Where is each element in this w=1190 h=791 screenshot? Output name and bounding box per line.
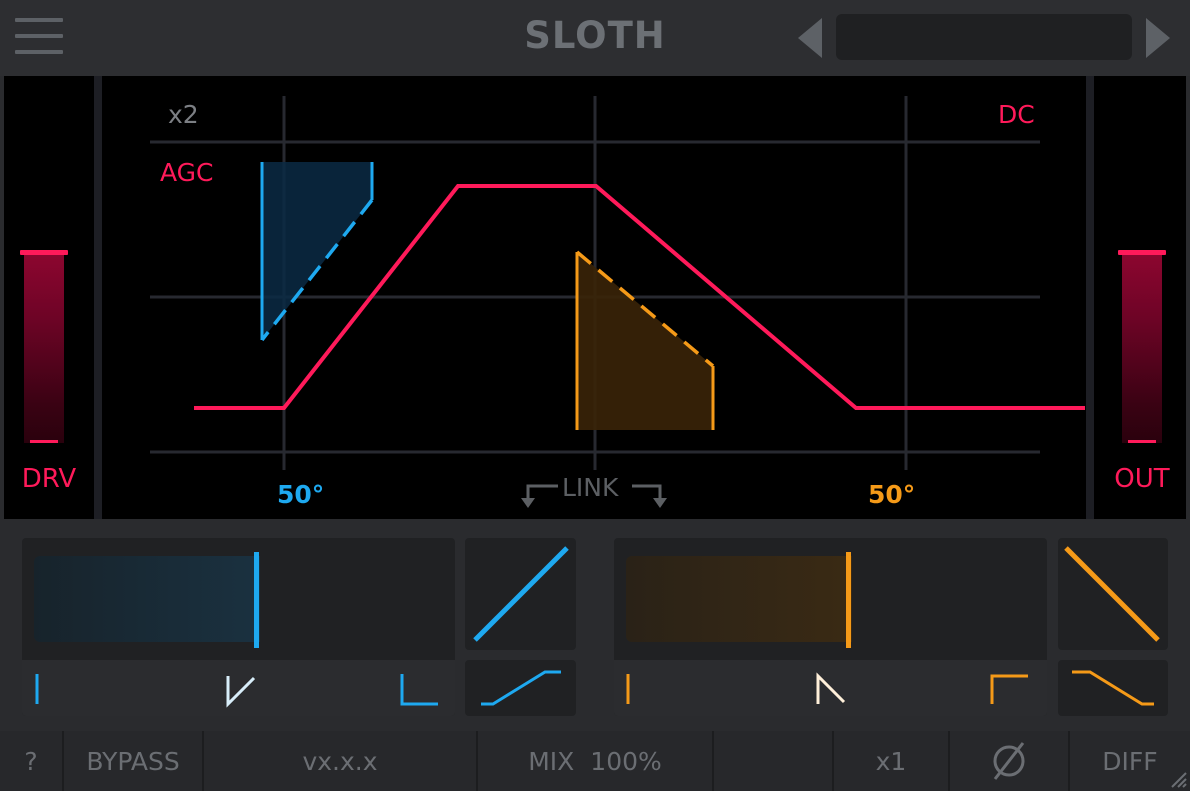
bypass-button[interactable]: BYPASS: [64, 731, 202, 791]
left-shape-fill: [262, 162, 372, 340]
linear-rise-icon: [473, 546, 569, 642]
soft-rise-icon: [481, 670, 561, 706]
link-arrow-left-icon: [521, 498, 535, 508]
right-slope-handle[interactable]: [846, 552, 851, 648]
footer-bar: ? BYPASS vx.x.x MIX 100% x1 DIFF: [0, 731, 1190, 791]
link-arrow-right-icon: [653, 498, 667, 508]
version-label: vx.x.x: [302, 746, 378, 776]
right-shape-fill: [577, 252, 713, 430]
phase-invert-icon: [993, 742, 1025, 780]
help-button[interactable]: ?: [0, 731, 62, 791]
right-slope-fill: [626, 556, 852, 642]
left-curve-linear-button[interactable]: [465, 538, 576, 650]
left-slope-panel[interactable]: [22, 538, 455, 716]
right-slope-panel[interactable]: [614, 538, 1047, 716]
left-angle-value[interactable]: 50°: [277, 480, 324, 509]
soft-fall-icon: [1072, 670, 1154, 706]
left-slope-fill: [34, 556, 260, 642]
linear-fall-icon: [1064, 546, 1160, 642]
right-mode-icons: [626, 672, 1028, 704]
multiplier-button[interactable]: x1: [834, 731, 948, 791]
agc-label[interactable]: AGC: [160, 158, 214, 187]
dc-label[interactable]: DC: [998, 100, 1035, 129]
right-mode-row: [614, 660, 1047, 716]
phase-invert-button[interactable]: [950, 731, 1068, 791]
oversample-label[interactable]: x2: [168, 100, 199, 129]
left-mode-icons: [35, 674, 438, 708]
resize-grip-icon[interactable]: [1168, 769, 1188, 789]
mix-control[interactable]: MIX 100%: [478, 731, 712, 791]
right-angle-value[interactable]: 50°: [868, 480, 915, 509]
right-curve-soft-button[interactable]: [1058, 660, 1168, 716]
link-toggle[interactable]: LINK: [562, 473, 618, 502]
left-curve-soft-button[interactable]: [465, 660, 576, 716]
left-mode-row: [22, 660, 455, 716]
left-slope-handle[interactable]: [254, 552, 259, 648]
mix-value[interactable]: 100%: [590, 747, 661, 776]
right-curve-linear-button[interactable]: [1058, 538, 1168, 650]
mix-label: MIX: [528, 746, 575, 776]
